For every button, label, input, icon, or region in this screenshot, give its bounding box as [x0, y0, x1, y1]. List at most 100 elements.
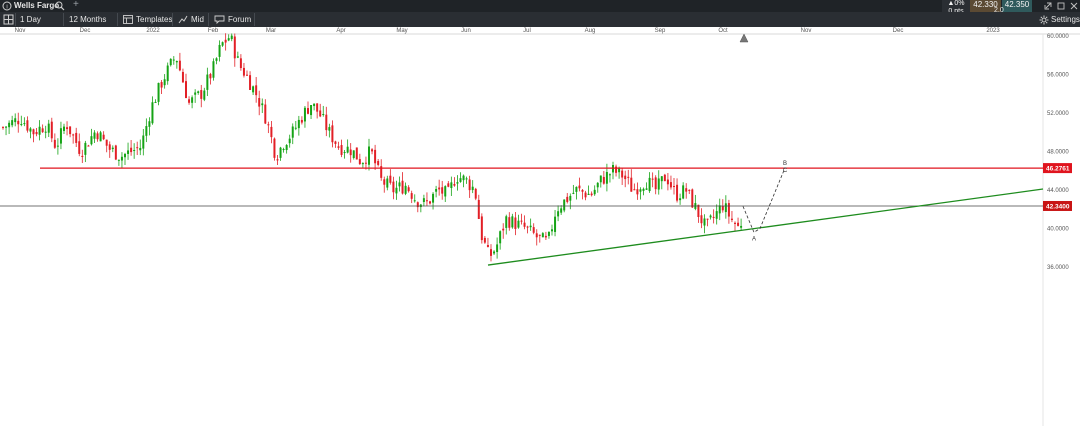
range-dropdown[interactable]: 12 Months: [69, 15, 106, 25]
forum-button[interactable]: Forum: [228, 15, 251, 25]
candle-body: [355, 147, 358, 160]
candle-body: [361, 163, 364, 165]
candle-body: [233, 36, 236, 59]
candle-body: [386, 178, 389, 188]
candle-body: [502, 228, 505, 231]
candle-body: [435, 189, 438, 192]
candle-body: [307, 108, 309, 114]
candle-body: [346, 146, 349, 153]
minimize-icon[interactable]: [1057, 2, 1065, 10]
candle-body: [130, 147, 133, 153]
x-tick-label: Jul: [523, 28, 531, 34]
candle-body: [285, 145, 288, 151]
toolbar-divider: [117, 13, 118, 26]
candle-body: [270, 126, 273, 138]
candle-body: [175, 61, 178, 63]
candle-body: [514, 217, 517, 229]
candle-body: [294, 127, 297, 129]
candle-body: [663, 174, 666, 182]
candle-body: [93, 132, 96, 139]
add-tab-button[interactable]: +: [73, 0, 79, 10]
candle-body: [477, 199, 480, 220]
candle-body: [124, 153, 126, 158]
search-icon[interactable]: [55, 1, 65, 11]
current-price-label: 42.3400: [1046, 203, 1070, 210]
candle-body: [90, 136, 93, 145]
candle-body: [279, 147, 282, 158]
candle-body: [374, 149, 377, 164]
price-chart[interactable]: Nov Dec 2022 Feb Mar Apr May Jun Jul Aug Sep Oct Nov…: [0, 27, 1080, 426]
buy-price: 42.350: [1004, 0, 1030, 9]
candle-body: [651, 178, 654, 180]
templates-button[interactable]: Templates: [136, 15, 172, 25]
settings-button[interactable]: Settings: [1051, 15, 1080, 25]
candle-body: [29, 128, 32, 132]
candle-body: [529, 225, 532, 228]
candle-body: [236, 56, 239, 58]
candle-body: [730, 218, 733, 221]
toolbar-divider: [208, 13, 209, 26]
instrument-tab[interactable]: Wells Fargo: [14, 1, 59, 11]
candle-body: [645, 188, 648, 190]
candle-body: [511, 216, 514, 228]
candle-body: [590, 193, 593, 196]
candle-body: [679, 198, 682, 201]
candle-body: [682, 185, 685, 199]
candle-body: [8, 122, 11, 128]
close-icon[interactable]: [1070, 2, 1078, 10]
candle-body: [84, 142, 87, 155]
top-bar: [0, 0, 1080, 12]
candle-body: [404, 185, 407, 194]
candle-body: [676, 184, 679, 201]
forum-icon: [214, 15, 225, 24]
candle-body: [194, 92, 197, 95]
popout-icon[interactable]: [1044, 2, 1052, 10]
candle-body: [81, 155, 84, 157]
candle-body: [50, 121, 53, 139]
x-tick-label: Oct: [718, 28, 728, 34]
x-tick-label: 2022: [146, 28, 160, 34]
candle-body: [368, 146, 370, 165]
candle-body: [389, 175, 392, 183]
candle-body: [261, 103, 264, 106]
candle-body: [142, 135, 145, 149]
y-tick-label: 40.0000: [1047, 227, 1069, 233]
candle-body: [602, 176, 605, 184]
candle-body: [191, 97, 194, 103]
candle-body: [282, 149, 285, 151]
candle-body: [438, 187, 441, 190]
candle-body: [566, 196, 569, 202]
y-tick-label: 56.0000: [1047, 73, 1069, 79]
candle-body: [727, 203, 730, 217]
toolbar-divider: [172, 13, 173, 26]
instrument-info-icon[interactable]: i: [2, 1, 12, 11]
candle-body: [26, 120, 29, 131]
candle-body: [535, 233, 538, 238]
candle-body: [703, 218, 706, 226]
candle-body: [230, 35, 233, 40]
candle-body: [151, 102, 154, 124]
candle-body: [252, 86, 255, 93]
candle-body: [239, 58, 242, 69]
candle-body: [38, 126, 41, 135]
candle-body: [483, 237, 486, 243]
wave-label: B: [783, 161, 787, 167]
candle-body: [544, 235, 547, 238]
layout-grid-icon[interactable]: [3, 14, 14, 25]
candle-body: [718, 205, 721, 214]
candle-body: [395, 187, 398, 194]
candle-body: [371, 149, 374, 152]
candle-body: [422, 198, 425, 202]
interval-dropdown[interactable]: 1 Day: [20, 15, 41, 25]
candle-body: [78, 141, 81, 154]
candle-body: [508, 217, 511, 228]
candle-body: [32, 129, 35, 135]
x-tick-label: Jun: [461, 28, 471, 34]
price-type-button[interactable]: Mid: [191, 15, 204, 25]
candle-body: [56, 145, 59, 147]
candle-body: [310, 105, 313, 116]
candle-body: [127, 150, 130, 154]
x-tick-label: Feb: [208, 28, 219, 34]
x-tick-label: Apr: [336, 28, 345, 34]
candle-body: [59, 128, 62, 144]
